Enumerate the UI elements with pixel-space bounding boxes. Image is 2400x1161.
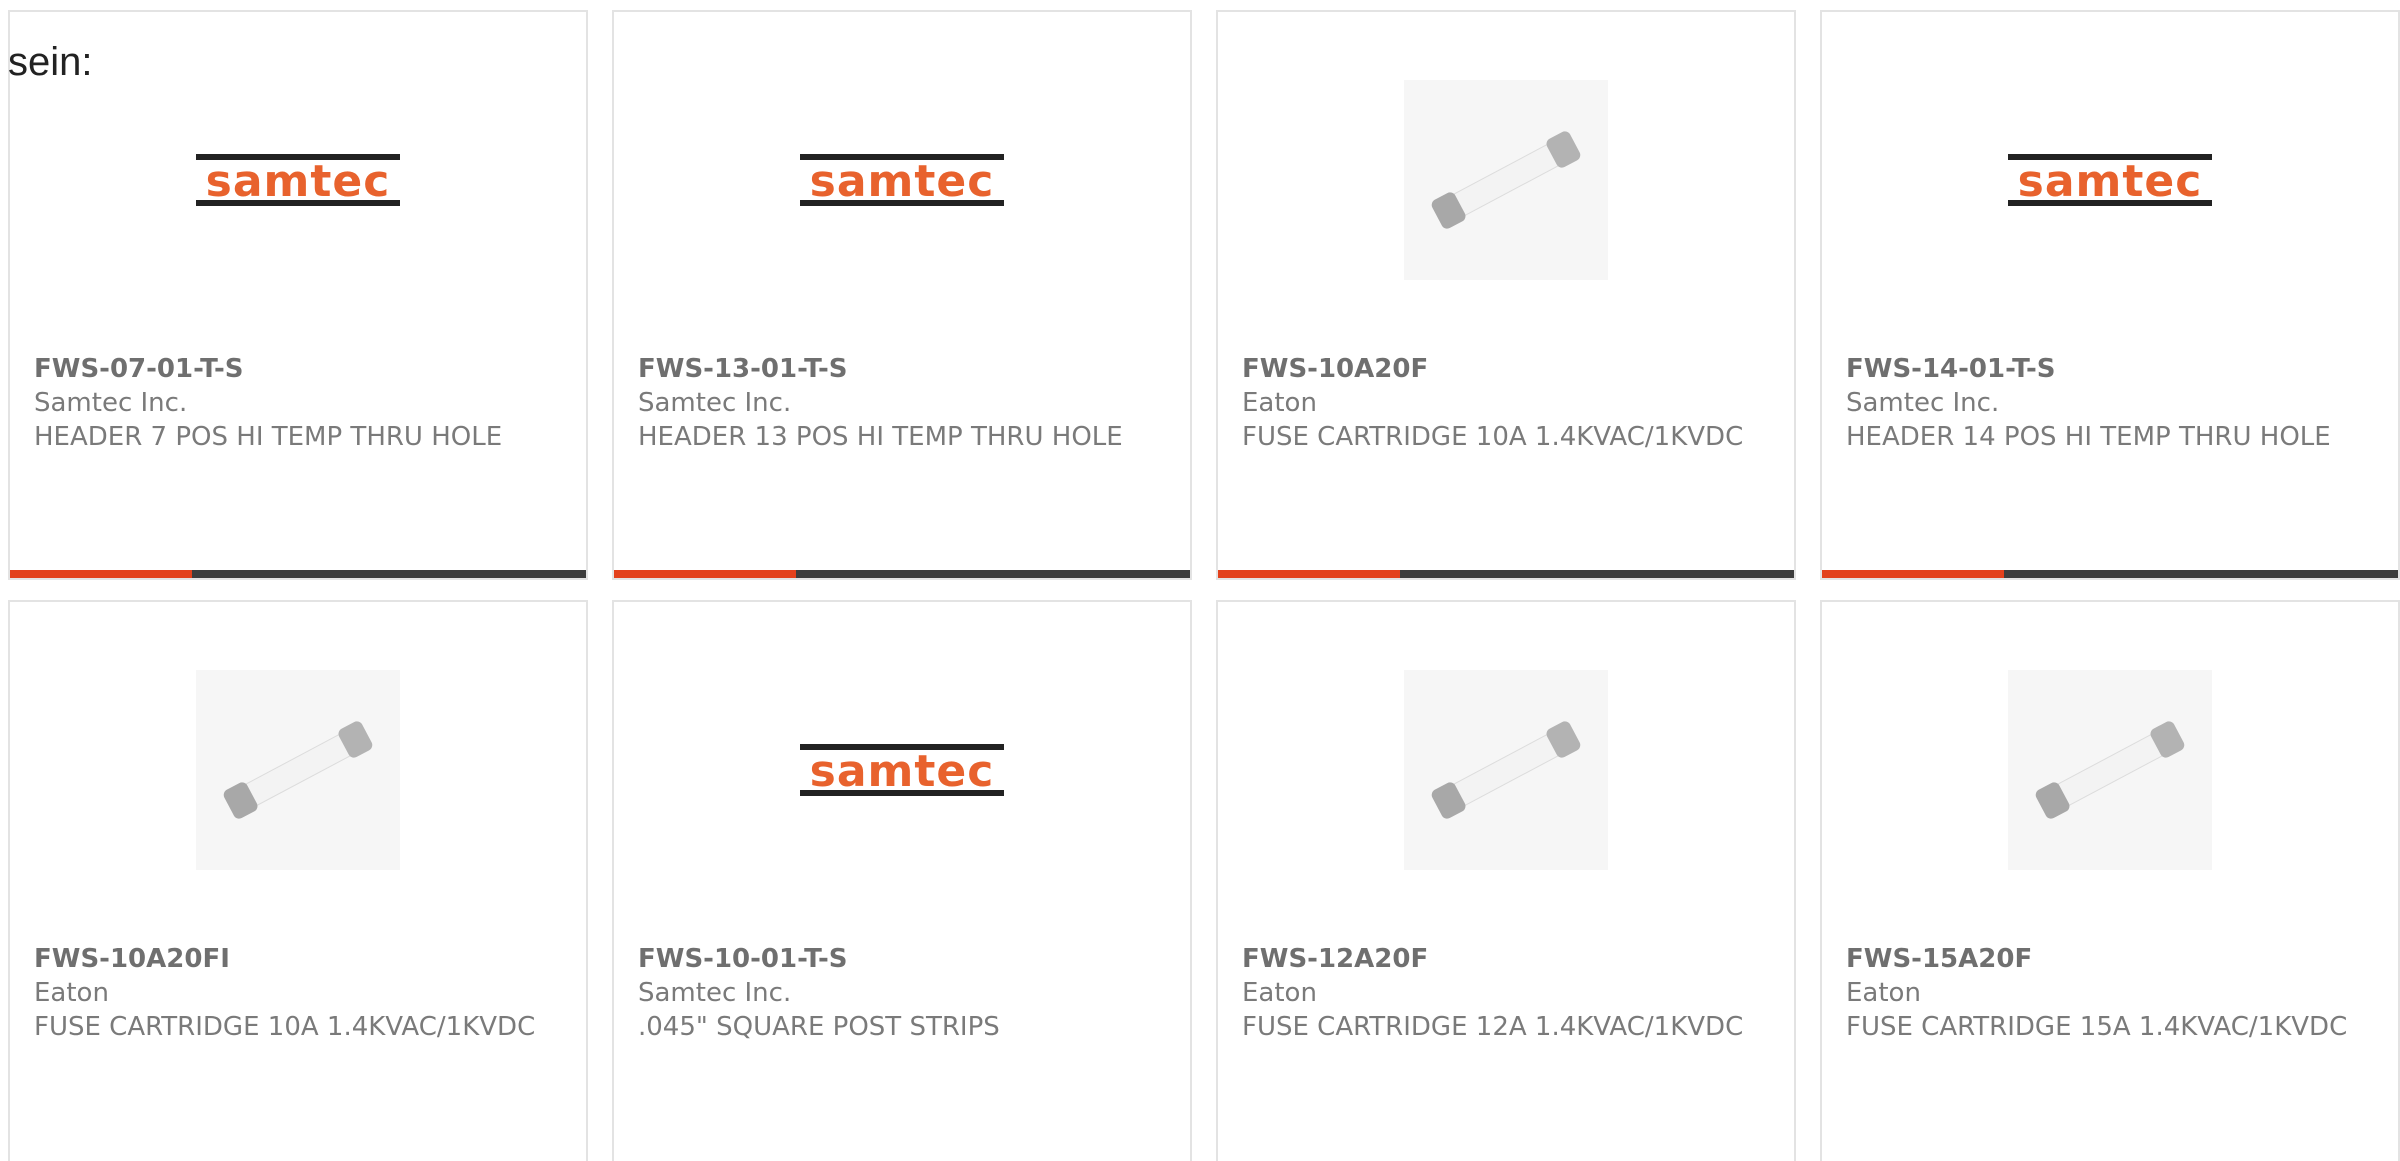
samtec-logo-text: samtec: [810, 156, 995, 207]
samtec-logo-text: samtec: [810, 746, 995, 797]
product-card[interactable]: FWS-10A20F Eaton FUSE CARTRIDGE 10A 1.4K…: [1216, 10, 1796, 580]
fuse-image-background: [2008, 670, 2212, 870]
part-number[interactable]: FWS-12A20F: [1242, 942, 1774, 976]
card-bottom-bar: [1822, 570, 2398, 578]
fuse-image-background: [1404, 670, 1608, 870]
part-number[interactable]: FWS-10-01-T-S: [638, 942, 1170, 976]
description: HEADER 14 POS HI TEMP THRU HOLE: [1846, 422, 2331, 452]
fuse-cartridge-image: [1431, 131, 1581, 229]
card-bar-accent: [614, 570, 796, 578]
description: FUSE CARTRIDGE 12A 1.4KVAC/1KVDC: [1242, 1012, 1744, 1042]
product-image[interactable]: [2008, 670, 2212, 870]
description: HEADER 7 POS HI TEMP THRU HOLE: [34, 422, 503, 452]
description: FUSE CARTRIDGE 10A 1.4KVAC/1KVDC: [34, 1012, 536, 1042]
product-info: FWS-10-01-T-S Samtec Inc. .045" SQUARE P…: [638, 942, 1170, 1044]
manufacturer: Samtec Inc.: [638, 978, 792, 1008]
part-number[interactable]: FWS-10A20FI: [34, 942, 566, 976]
product-card[interactable]: FWS-12A20F Eaton FUSE CARTRIDGE 12A 1.4K…: [1216, 600, 1796, 1161]
product-image[interactable]: samtec: [800, 670, 1004, 870]
fuse-cartridge-image: [2035, 721, 2185, 819]
samtec-logo-text: samtec: [2018, 156, 2203, 207]
samtec-logo: samtec: [2008, 154, 2212, 207]
product-info: FWS-13-01-T-S Samtec Inc. HEADER 13 POS …: [638, 352, 1170, 454]
page: sein: samtec FWS-07-01-T-S Samtec Inc. H…: [0, 0, 2400, 1161]
manufacturer: Eaton: [1242, 388, 1317, 418]
description: .045" SQUARE POST STRIPS: [638, 1012, 1000, 1042]
manufacturer: Eaton: [1242, 978, 1317, 1008]
card-bottom-bar: [1218, 570, 1794, 578]
card-bar-accent: [1218, 570, 1400, 578]
manufacturer: Eaton: [34, 978, 109, 1008]
card-bar-accent: [10, 570, 192, 578]
samtec-logo: samtec: [196, 154, 400, 207]
card-bar-accent: [1822, 570, 2004, 578]
manufacturer: Samtec Inc.: [34, 388, 188, 418]
part-number[interactable]: FWS-10A20F: [1242, 352, 1774, 386]
product-image[interactable]: [1404, 670, 1608, 870]
product-card[interactable]: FWS-15A20F Eaton FUSE CARTRIDGE 15A 1.4K…: [1820, 600, 2400, 1161]
card-bottom-bar: [614, 570, 1190, 578]
product-card[interactable]: samtec FWS-13-01-T-S Samtec Inc. HEADER …: [612, 10, 1192, 580]
fuse-image-background: [196, 670, 400, 870]
product-info: FWS-10A20F Eaton FUSE CARTRIDGE 10A 1.4K…: [1242, 352, 1774, 454]
fuse-cartridge-image: [223, 721, 373, 819]
product-image[interactable]: [1404, 80, 1608, 280]
product-card[interactable]: samtec FWS-14-01-T-S Samtec Inc. HEADER …: [1820, 10, 2400, 580]
part-number[interactable]: FWS-15A20F: [1846, 942, 2378, 976]
product-card[interactable]: samtec FWS-07-01-T-S Samtec Inc. HEADER …: [8, 10, 588, 580]
product-image[interactable]: [196, 670, 400, 870]
samtec-logo: samtec: [800, 154, 1004, 207]
description: FUSE CARTRIDGE 15A 1.4KVAC/1KVDC: [1846, 1012, 2348, 1042]
part-number[interactable]: FWS-13-01-T-S: [638, 352, 1170, 386]
intro-text: sein:: [8, 40, 93, 84]
manufacturer: Samtec Inc.: [638, 388, 792, 418]
product-image[interactable]: samtec: [2008, 80, 2212, 280]
product-grid: samtec FWS-07-01-T-S Samtec Inc. HEADER …: [8, 10, 2400, 1161]
product-image[interactable]: samtec: [196, 80, 400, 280]
samtec-logo: samtec: [800, 744, 1004, 797]
manufacturer: Eaton: [1846, 978, 1921, 1008]
product-info: FWS-12A20F Eaton FUSE CARTRIDGE 12A 1.4K…: [1242, 942, 1774, 1044]
product-info: FWS-10A20FI Eaton FUSE CARTRIDGE 10A 1.4…: [34, 942, 566, 1044]
part-number[interactable]: FWS-14-01-T-S: [1846, 352, 2378, 386]
description: HEADER 13 POS HI TEMP THRU HOLE: [638, 422, 1123, 452]
manufacturer: Samtec Inc.: [1846, 388, 2000, 418]
description: FUSE CARTRIDGE 10A 1.4KVAC/1KVDC: [1242, 422, 1744, 452]
product-info: FWS-15A20F Eaton FUSE CARTRIDGE 15A 1.4K…: [1846, 942, 2378, 1044]
samtec-logo-text: samtec: [206, 156, 391, 207]
product-info: FWS-14-01-T-S Samtec Inc. HEADER 14 POS …: [1846, 352, 2378, 454]
product-card[interactable]: samtec FWS-10-01-T-S Samtec Inc. .045" S…: [612, 600, 1192, 1161]
product-card[interactable]: FWS-10A20FI Eaton FUSE CARTRIDGE 10A 1.4…: [8, 600, 588, 1161]
fuse-image-background: [1404, 80, 1608, 280]
part-number[interactable]: FWS-07-01-T-S: [34, 352, 566, 386]
fuse-cartridge-image: [1431, 721, 1581, 819]
card-bottom-bar: [10, 570, 586, 578]
product-image[interactable]: samtec: [800, 80, 1004, 280]
product-info: FWS-07-01-T-S Samtec Inc. HEADER 7 POS H…: [34, 352, 566, 454]
